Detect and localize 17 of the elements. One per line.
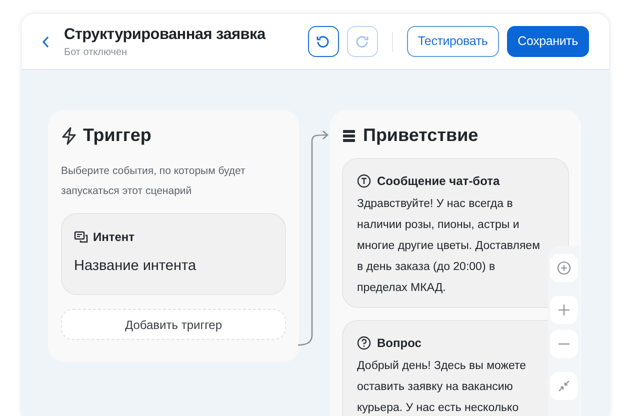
intent-name: Название интента <box>74 257 198 276</box>
intent-label: Интент <box>93 229 135 246</box>
block-label: Вопрос <box>377 335 422 352</box>
block-text: Добрый день! Здесь вы можете оставить заявку на вакансию курьера. У нас есть несколько <box>357 359 527 416</box>
block-text: Здравствуйте! У нас всегда в наличии розы, пионы, астры и многие другие цветы. Доставляем в день заказа (до 20:00) в пределах МКАД. <box>357 197 541 296</box>
block-label: Сообщение чат-бота <box>377 173 500 190</box>
message-block[interactable]: Сообщение чат-бота Здравствуйте! У нас всегда в наличии розы, пионы, астры и многие другие цветы. Доставляем в день заказа (до 20:00) в пределах МКАД. <box>342 158 569 308</box>
intent-block[interactable]: Интент Название интента <box>61 213 286 295</box>
add-trigger-button[interactable]: Добавить триггер <box>61 309 286 340</box>
save-button[interactable]: Сохранить <box>506 26 589 57</box>
test-button[interactable]: Тестировать <box>406 26 499 57</box>
trigger-card[interactable]: Триггер Выберите события, по которым будет запускаться этот сценарий Интент Название интента Добавить триггер <box>48 110 299 362</box>
card-description: Выберите события, по которым будет запускаться этот сценарий <box>61 164 246 199</box>
bot-status: Бот отключен <box>64 46 128 60</box>
card-title: Триггер <box>83 124 152 147</box>
card-title: Приветствие <box>363 124 478 147</box>
page-title: Структурированная заявка <box>64 24 266 44</box>
